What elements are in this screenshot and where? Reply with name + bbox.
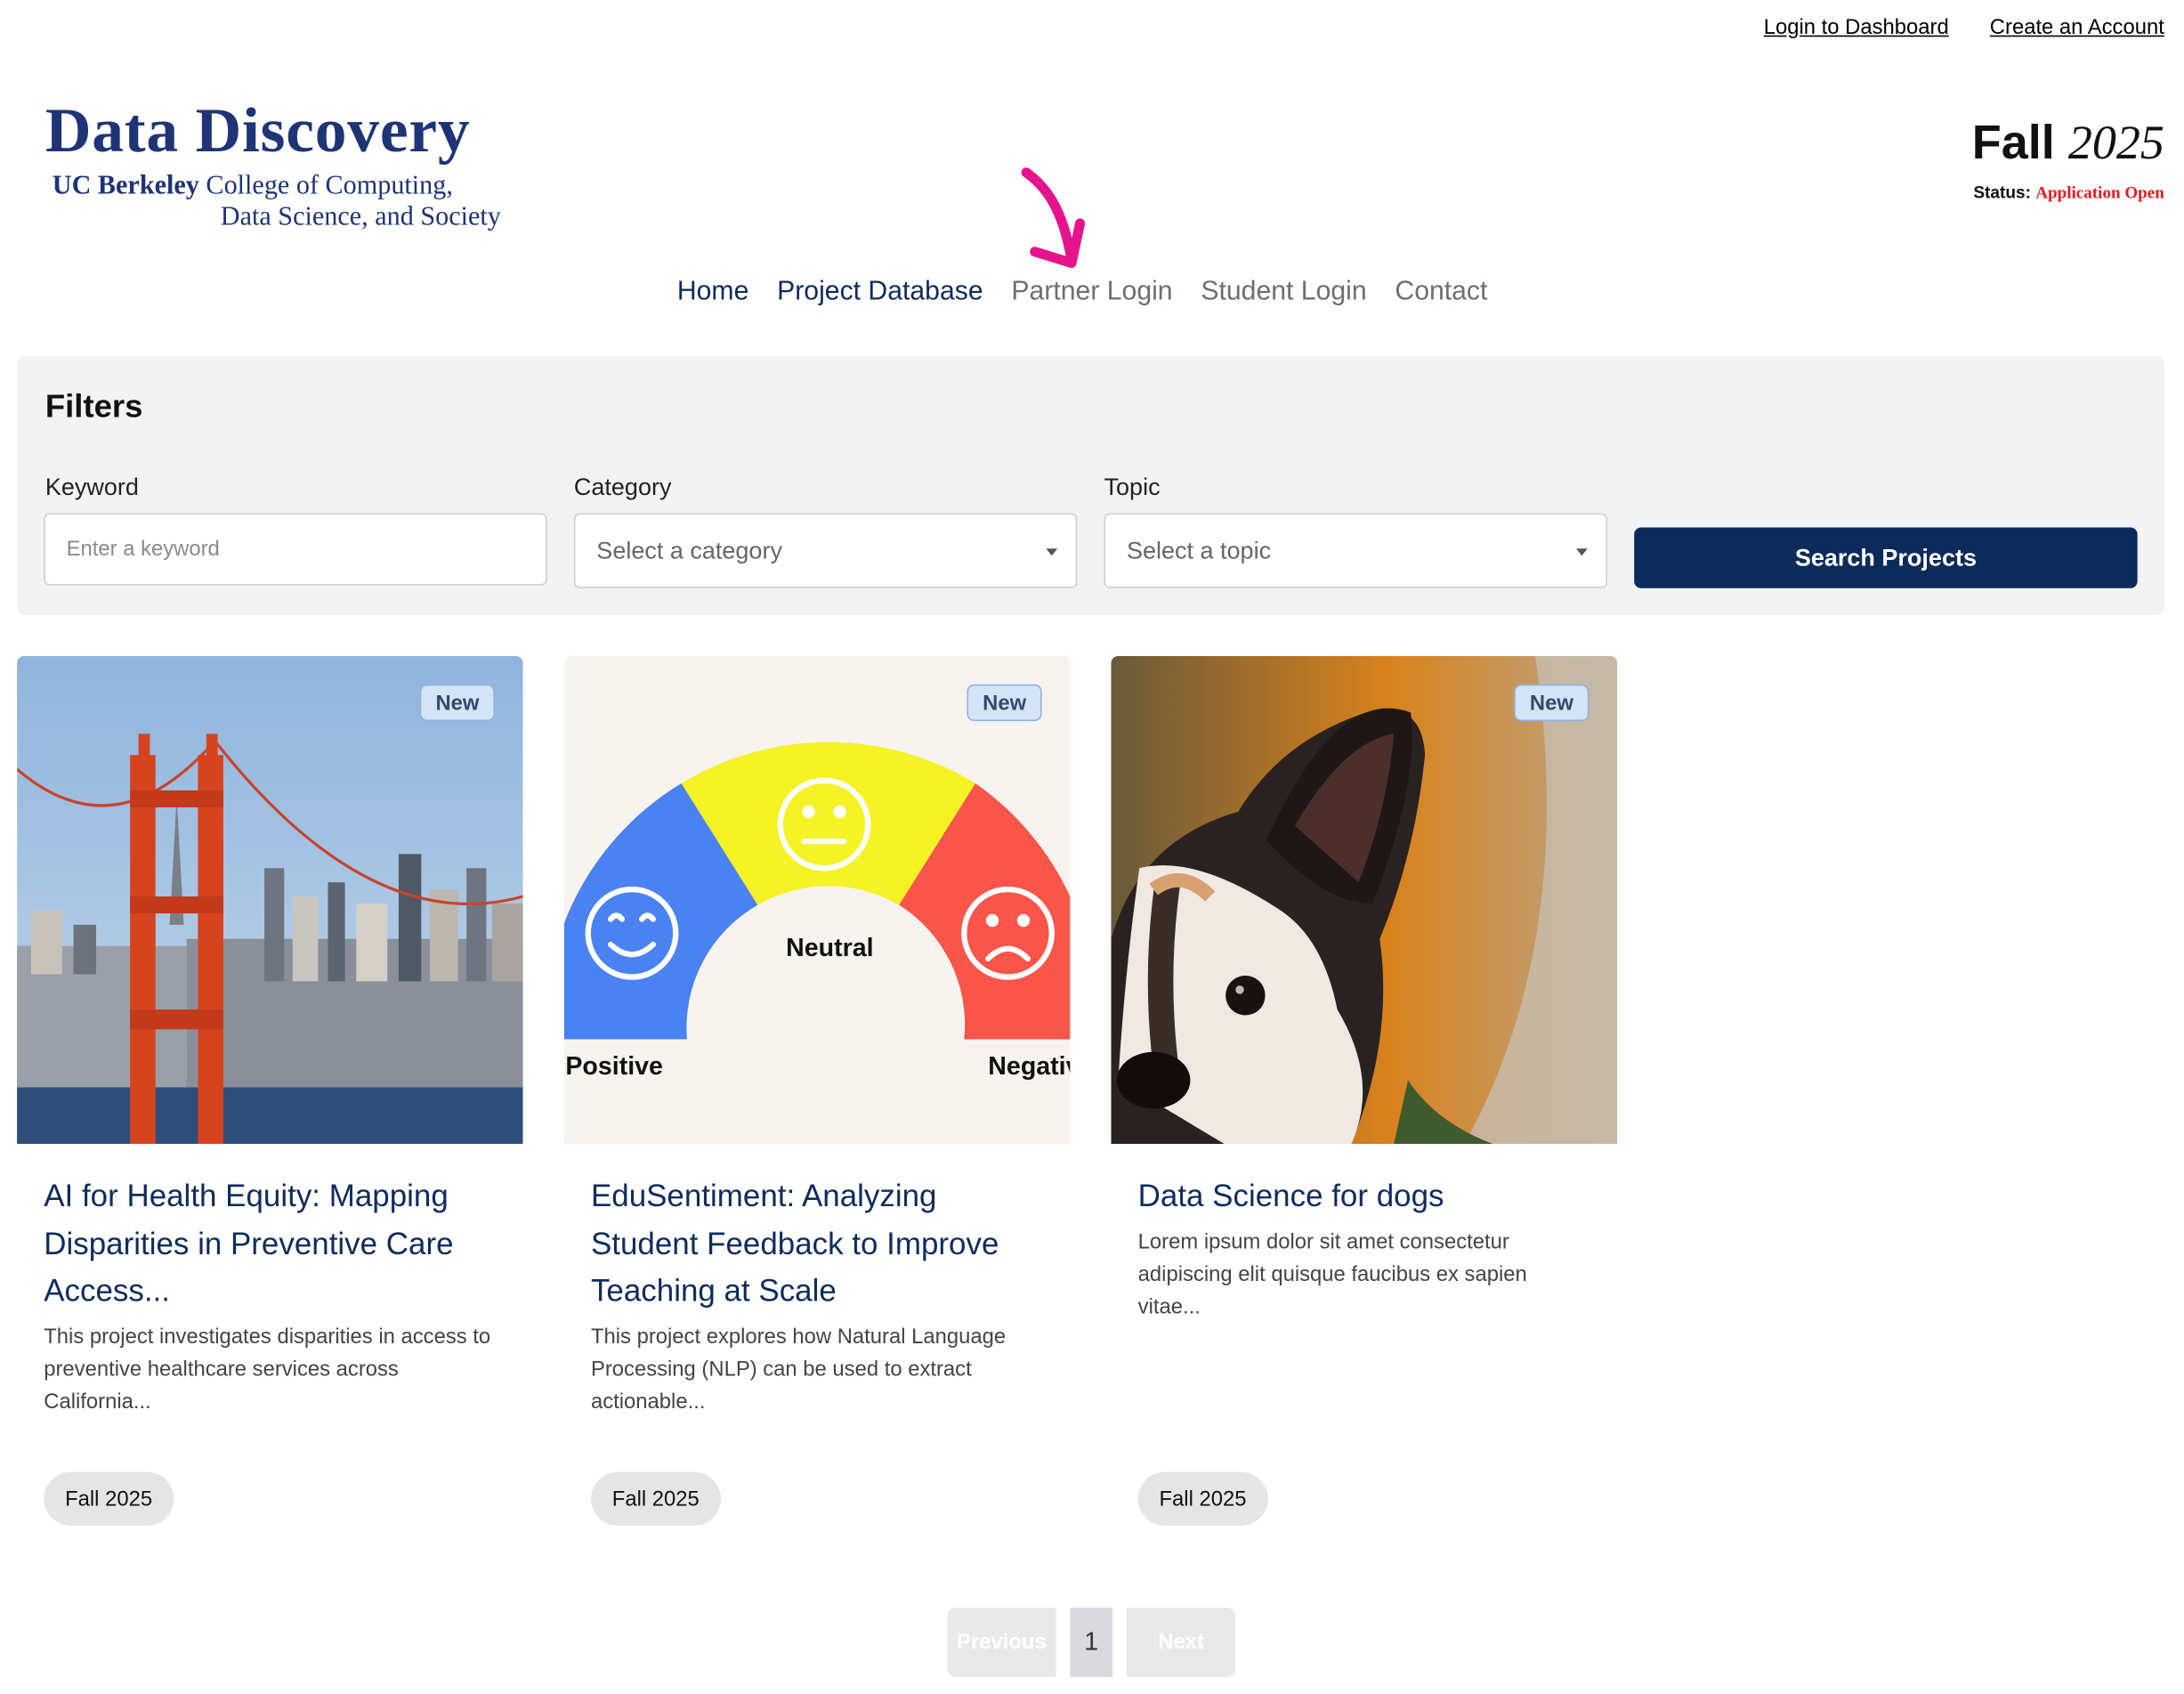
pagination: Previous 1 Next: [947, 1608, 1236, 1677]
site-logo[interactable]: Data Discovery UC Berkeley College of Co…: [45, 93, 554, 249]
nav-home[interactable]: Home: [677, 277, 749, 308]
previous-page-button[interactable]: Previous: [947, 1608, 1056, 1677]
topic-selected-value: Select a topic: [1126, 536, 1272, 563]
term-tag: Fall 2025: [44, 1471, 174, 1526]
card-description: This project investigates disparities in…: [44, 1325, 491, 1414]
keyword-input[interactable]: Enter a keyword: [44, 513, 547, 586]
project-card[interactable]: Neutral Positive Negativ New EduSentimen…: [563, 656, 1071, 1533]
gauge-label-positive: Positive: [565, 1052, 663, 1081]
project-image-dog[interactable]: New: [1111, 656, 1618, 1145]
sentiment-gauge-illustration: Neutral Positive Negativ: [563, 656, 1071, 1145]
nav-partner-login[interactable]: Partner Login: [1011, 277, 1172, 308]
topic-label: Topic: [1104, 474, 1161, 501]
chevron-down-icon: [1576, 548, 1588, 556]
card-description: This project explores how Natural Langua…: [590, 1325, 1007, 1414]
nav-contact[interactable]: Contact: [1395, 277, 1487, 308]
term-season: Fall: [1971, 116, 2055, 170]
gauge-label-negative: Negativ: [988, 1052, 1070, 1081]
filters-panel: Filters Keyword Enter a keyword Category…: [17, 356, 2164, 615]
keyword-label: Keyword: [44, 474, 139, 501]
next-page-button[interactable]: Next: [1126, 1608, 1236, 1677]
application-status: Status: Application Open: [1972, 182, 2164, 204]
category-label: Category: [573, 474, 672, 501]
logo-subtitle-line1: UC Berkeley College of Computing,: [53, 171, 453, 202]
project-card[interactable]: New Data Science for dogs Lorem ipsum do…: [1111, 656, 1618, 1533]
golden-gate-illustration: [17, 656, 523, 1145]
search-projects-button[interactable]: Search Projects: [1634, 527, 2138, 588]
logo-title: Data Discovery: [44, 94, 471, 166]
keyword-placeholder: Enter a keyword: [66, 537, 220, 562]
logo-uc-berkeley: UC Berkeley: [52, 171, 199, 201]
project-image-golden-gate[interactable]: New: [17, 656, 523, 1145]
filters-title: Filters: [44, 387, 143, 425]
page-number-button[interactable]: 1: [1070, 1608, 1113, 1677]
status-value: Application Open: [2035, 182, 2164, 203]
category-selected-value: Select a category: [596, 536, 782, 563]
card-title[interactable]: EduSentiment: Analyzing Student Feedback…: [591, 1172, 1043, 1315]
gauge-label-neutral: Neutral: [786, 934, 873, 962]
new-badge: New: [967, 684, 1042, 722]
create-account-link[interactable]: Create an Account: [1990, 15, 2164, 39]
term-tag: Fall 2025: [1137, 1471, 1268, 1526]
card-title[interactable]: AI for Health Equity: Mapping Disparitie…: [44, 1172, 496, 1315]
project-card[interactable]: New AI for Health Equity: Mapping Dispar…: [17, 656, 523, 1533]
nav-student-login[interactable]: Student Login: [1201, 277, 1366, 308]
nav-project-database[interactable]: Project Database: [777, 277, 983, 308]
chevron-down-icon: [1046, 548, 1058, 556]
new-badge: New: [1514, 684, 1589, 722]
term-tag: Fall 2025: [590, 1471, 721, 1526]
login-dashboard-link[interactable]: Login to Dashboard: [1764, 15, 1949, 39]
top-links: Login to Dashboard Create an Account: [1764, 15, 2164, 39]
term-title: Fall 2025: [1972, 118, 2164, 168]
category-select[interactable]: Select a category: [573, 513, 1078, 588]
term-year: 2025: [2067, 117, 2164, 170]
new-badge: New: [420, 684, 495, 722]
card-title[interactable]: Data Science for dogs: [1138, 1172, 1590, 1220]
logo-college: College of Computing,: [198, 171, 453, 201]
card-description: Lorem ipsum dolor sit amet consectetur a…: [1137, 1229, 1527, 1319]
logo-subtitle-line2: Data Science, and Society: [220, 202, 501, 232]
term-indicator: Fall 2025 Status: Application Open: [1972, 118, 2164, 203]
topic-select[interactable]: Select a topic: [1104, 513, 1608, 588]
annotation-arrow-icon: [1021, 167, 1086, 269]
main-nav: Home Project Database Partner Login Stud…: [677, 277, 1488, 308]
project-image-sentiment[interactable]: Neutral Positive Negativ New: [563, 656, 1071, 1145]
status-label: Status:: [1973, 182, 2031, 203]
dog-illustration: [1111, 656, 1618, 1145]
